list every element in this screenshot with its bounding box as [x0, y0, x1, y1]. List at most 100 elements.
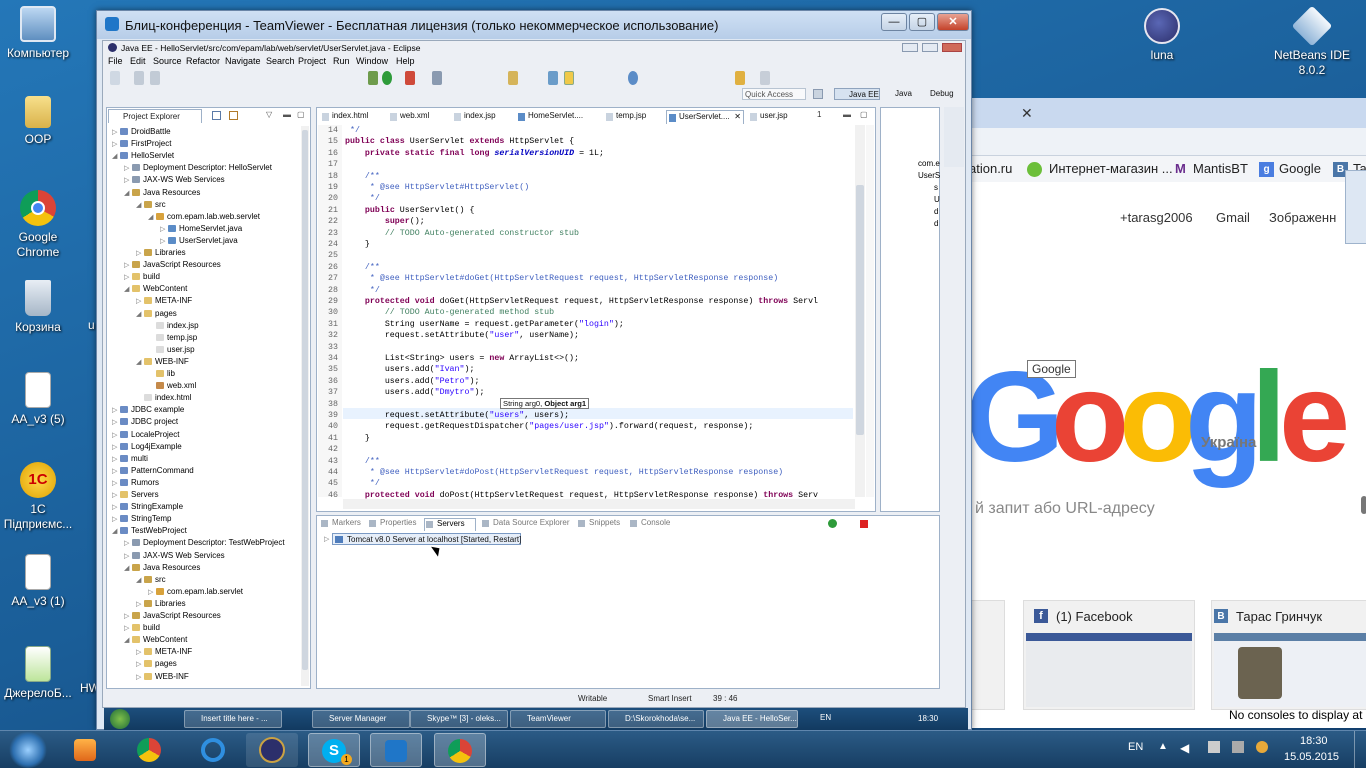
code-line[interactable]: users.add("Ivan"); — [345, 364, 475, 375]
code-line[interactable]: /** — [345, 456, 380, 467]
menu-edit[interactable]: Edit — [130, 56, 146, 66]
server-row[interactable]: Tomcat v8.0 Server at localhost [Started… — [332, 533, 521, 545]
editor-tab[interactable]: index.html — [320, 110, 384, 124]
editor-tab[interactable]: temp.jsp — [604, 110, 662, 124]
tree-item[interactable]: ▷ DroidBattle — [112, 126, 171, 139]
tree-item[interactable]: ▷ StringExample — [112, 501, 183, 514]
forward-icon[interactable] — [760, 71, 770, 85]
tree-item[interactable]: ▷ JavaScript Resources — [124, 610, 221, 623]
expanded-arrow-icon[interactable]: ◢ — [124, 635, 132, 647]
update-icon[interactable] — [1256, 741, 1268, 753]
tree-item[interactable]: ▷ PatternCommand — [112, 465, 194, 478]
desktop-icon-1c[interactable]: 1C 1С Підприємс... — [0, 462, 76, 532]
globe-icon[interactable] — [628, 71, 638, 85]
chrome-icon[interactable] — [434, 733, 486, 767]
editor-tab[interactable]: UserServlet.... ✕ — [666, 110, 744, 124]
collapsed-arrow-icon[interactable]: ▷ — [136, 672, 144, 684]
start-button[interactable] — [8, 732, 48, 768]
tree-item[interactable]: web.xml — [148, 380, 196, 392]
code-line[interactable]: String userName = request.getParameter("… — [345, 319, 624, 330]
code-line[interactable]: request.setAttribute("users", users); — [345, 410, 569, 421]
menu-search[interactable]: Search — [266, 56, 295, 66]
tree-item[interactable]: ◢ WebContent — [124, 634, 187, 647]
expanded-arrow-icon[interactable]: ◢ — [148, 212, 156, 224]
bottom-tab[interactable]: Data Source Explorer — [481, 518, 569, 531]
mic-icon[interactable] — [1361, 496, 1366, 514]
tree-item[interactable]: ◢ WebContent — [124, 283, 187, 296]
eclipse-minimize-button[interactable] — [902, 43, 918, 52]
remote-task-6[interactable]: Java EE - HelloSer... — [706, 710, 798, 728]
tree-item[interactable]: ▷ Deployment Descriptor: TestWebProject — [124, 537, 285, 550]
run-icon[interactable] — [382, 71, 392, 85]
bottom-tab[interactable]: Snippets — [577, 518, 620, 531]
outline-item[interactable]: d — [934, 218, 938, 230]
tree-item[interactable]: ▷ build — [124, 271, 160, 284]
tree-item[interactable]: ▷ FirstProject — [112, 138, 171, 151]
tree-item[interactable]: ▷ LocaleProject — [112, 429, 179, 442]
expand-icon[interactable]: ▷ — [324, 535, 329, 543]
tree-item[interactable]: ▷ JDBC project — [112, 416, 178, 429]
code-line[interactable]: /** — [345, 262, 380, 273]
tree-item[interactable]: ▷ META-INF — [136, 295, 192, 308]
menu-run[interactable]: Run — [333, 56, 350, 66]
tree-item[interactable]: ▷ Deployment Descriptor: HelloServlet — [124, 162, 272, 175]
expanded-arrow-icon[interactable]: ◢ — [136, 357, 144, 369]
open-type-icon[interactable] — [508, 71, 518, 85]
collapse-all-icon[interactable] — [212, 111, 221, 120]
tree-item[interactable]: ▷ JAX-WS Web Services — [124, 174, 225, 187]
code-line[interactable]: List<String> users = new ArrayList<>(); — [345, 353, 579, 364]
desktop-icon-luna[interactable]: luna — [1124, 8, 1200, 63]
show-desktop-button[interactable] — [1354, 731, 1366, 768]
windows-media-player-icon[interactable] — [60, 733, 112, 767]
menu-file[interactable]: File — [108, 56, 123, 66]
editor-vscrollbar[interactable] — [855, 125, 865, 497]
menu-navigate[interactable]: Navigate — [225, 56, 261, 66]
tree-item[interactable]: ◢ Java Resources — [124, 562, 200, 575]
expanded-arrow-icon[interactable]: ◢ — [124, 284, 132, 296]
action-center-icon[interactable] — [1232, 741, 1244, 753]
tree-item[interactable]: ▷ Log4jExample — [112, 441, 182, 454]
tree-item[interactable]: ▷ Libraries — [136, 598, 186, 611]
expanded-arrow-icon[interactable]: ◢ — [124, 188, 132, 200]
minimize-button[interactable]: — — [881, 13, 907, 31]
editor-tab[interactable]: user.jsp — [748, 110, 808, 124]
code-line[interactable]: // TODO Auto-generated method stub — [345, 307, 554, 318]
editor-tab[interactable]: index.jsp — [452, 110, 512, 124]
remote-task-4[interactable]: TeamViewer — [510, 710, 606, 728]
tree-item[interactable]: ▷ JavaScript Resources — [124, 259, 221, 272]
print-icon[interactable] — [150, 71, 160, 85]
code-line[interactable]: public UserServlet() { — [345, 205, 475, 216]
remote-task-1[interactable]: Insert title here - ... — [184, 710, 282, 728]
code-line[interactable]: users.add("Petro"); — [345, 376, 480, 387]
tree-item[interactable]: ▷ JDBC example — [112, 404, 184, 417]
tree-item[interactable]: ◢ HelloServlet — [112, 150, 174, 163]
expanded-arrow-icon[interactable]: ◢ — [124, 563, 132, 575]
omnibox-placeholder[interactable]: й запит або URL-адресу — [975, 500, 1155, 518]
open-perspective-icon[interactable] — [813, 89, 823, 99]
new-icon[interactable] — [110, 71, 120, 85]
code-line[interactable]: */ — [345, 193, 380, 204]
tree-item[interactable]: ▷ UserServlet.java — [160, 235, 238, 248]
bookmark-1[interactable]: ation.ru — [969, 161, 1012, 176]
external-tools-icon[interactable] — [405, 71, 415, 85]
menu-window[interactable]: Window — [356, 56, 388, 66]
show-hidden-icons[interactable]: ▲ — [1158, 741, 1168, 752]
minimize-view-icon[interactable]: ▬ — [283, 110, 291, 119]
bookmark-4[interactable]: Google — [1279, 161, 1321, 176]
code-line[interactable]: request.setAttribute("user", userName); — [345, 330, 579, 341]
desktop-icon-netbeans[interactable]: NetBeans IDE 8.0.2 — [1266, 5, 1358, 78]
language-indicator[interactable]: EN — [1128, 741, 1143, 753]
code-line[interactable]: * @see HttpServlet#HttpServlet() — [345, 182, 529, 193]
code-line[interactable]: protected void doGet(HttpServletRequest … — [345, 296, 818, 307]
tab-overflow-count[interactable]: 1 — [817, 110, 821, 119]
perspective-debug[interactable]: Debug — [918, 88, 958, 100]
menu-project[interactable]: Project — [298, 56, 326, 66]
desktop-icon-recycle-bin[interactable]: Корзина — [0, 280, 76, 335]
expanded-arrow-icon[interactable]: ◢ — [136, 200, 144, 212]
tree-item[interactable]: ▷ StringTemp — [112, 513, 171, 526]
perspective-java[interactable]: Java — [884, 88, 914, 100]
java-ee-ide-icon[interactable] — [246, 733, 298, 767]
desktop-icon-chrome[interactable]: Google Chrome — [0, 190, 76, 260]
code-line[interactable]: */ — [345, 478, 380, 489]
outline-item[interactable]: s — [934, 182, 938, 194]
